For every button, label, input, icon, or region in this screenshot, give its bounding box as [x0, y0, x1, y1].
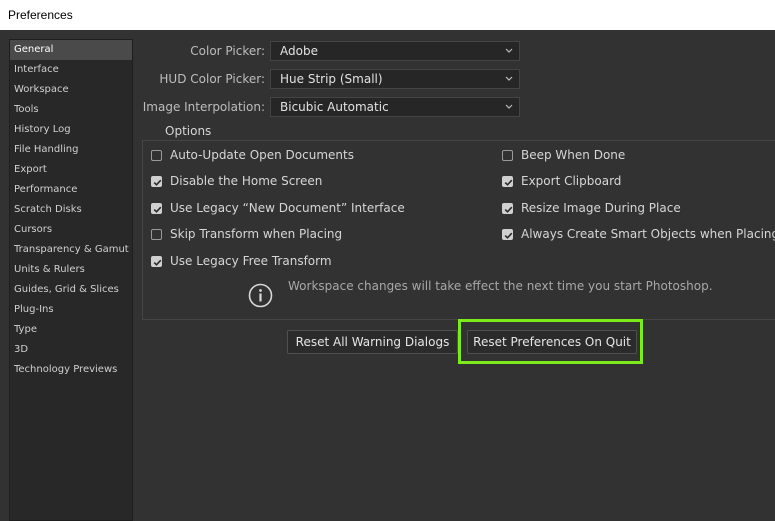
workspace-info-text: Workspace changes will take effect the n…	[288, 279, 713, 293]
options-group-title: Options	[163, 124, 214, 138]
option-auto-update-open-documents[interactable]: Auto-Update Open Documents	[151, 147, 354, 163]
sidebar-item-general[interactable]: General	[10, 40, 132, 60]
sidebar-item-transparency-gamut[interactable]: Transparency & Gamut	[10, 240, 132, 260]
option-always-create-smart-objects-when-placing[interactable]: Always Create Smart Objects when Placing	[502, 226, 775, 242]
option-use-legacy-new-document-interface[interactable]: Use Legacy “New Document” Interface	[151, 200, 405, 216]
sidebar-item-export[interactable]: Export	[10, 160, 132, 180]
option-use-legacy-free-transform[interactable]: Use Legacy Free Transform	[151, 253, 332, 269]
checkbox[interactable]	[502, 228, 513, 240]
checkbox[interactable]	[151, 149, 162, 161]
option-label: Disable the Home Screen	[170, 174, 323, 188]
sidebar-item-plug-ins[interactable]: Plug-Ins	[10, 300, 132, 320]
sidebar-item-technology-previews[interactable]: Technology Previews	[10, 360, 132, 380]
option-beep-when-done[interactable]: Beep When Done	[502, 147, 625, 163]
option-skip-transform-when-placing[interactable]: Skip Transform when Placing	[151, 226, 342, 242]
image-interpolation-value: Bicubic Automatic	[280, 100, 389, 114]
sidebar-item-units-rulers[interactable]: Units & Rulers	[10, 260, 132, 280]
option-label: Skip Transform when Placing	[170, 227, 343, 241]
checkbox[interactable]	[151, 228, 162, 240]
option-label: Use Legacy Free Transform	[170, 254, 332, 268]
checkbox[interactable]	[151, 255, 162, 267]
color-picker-label: Color Picker:	[190, 44, 265, 58]
sidebar-item-tools[interactable]: Tools	[10, 100, 132, 120]
sidebar-item-file-handling[interactable]: File Handling	[10, 140, 132, 160]
checkbox[interactable]	[502, 149, 513, 161]
sidebar-item-performance[interactable]: Performance	[10, 180, 132, 200]
option-label: Use Legacy “New Document” Interface	[170, 201, 405, 215]
image-interpolation-label: Image Interpolation:	[142, 100, 265, 114]
option-label: Always Create Smart Objects when Placing	[521, 227, 775, 241]
option-label: Auto-Update Open Documents	[170, 148, 354, 162]
option-export-clipboard[interactable]: Export Clipboard	[502, 173, 621, 189]
sidebar-item-type[interactable]: Type	[10, 320, 132, 340]
sidebar-item-scratch-disks[interactable]: Scratch Disks	[10, 200, 132, 220]
checkbox[interactable]	[502, 175, 513, 187]
highlight-box	[458, 319, 643, 364]
option-resize-image-during-place[interactable]: Resize Image During Place	[502, 200, 681, 216]
sidebar-item-3d[interactable]: 3D	[10, 340, 132, 360]
color-picker-select[interactable]: Adobe	[270, 41, 520, 61]
info-icon	[248, 283, 273, 308]
checkbox[interactable]	[151, 175, 162, 187]
image-interpolation-select[interactable]: Bicubic Automatic	[270, 97, 520, 117]
sidebar-item-history-log[interactable]: History Log	[10, 120, 132, 140]
preferences-sidebar: General Interface Workspace Tools History Lo…	[9, 39, 133, 521]
window-title: Preferences	[8, 8, 73, 22]
sidebar-item-guides-grid-slices[interactable]: Guides, Grid & Slices	[10, 280, 132, 300]
hud-color-picker-label: HUD Color Picker:	[159, 72, 265, 86]
sidebar-item-cursors[interactable]: Cursors	[10, 220, 132, 240]
hud-color-picker-select[interactable]: Hue Strip (Small)	[270, 69, 520, 89]
chevron-down-icon	[505, 104, 513, 109]
title-bar: Preferences	[0, 0, 775, 30]
chevron-down-icon	[505, 76, 513, 81]
option-label: Export Clipboard	[521, 174, 622, 188]
preferences-window: General Interface Workspace Tools History Lo…	[0, 30, 775, 521]
color-picker-value: Adobe	[280, 44, 318, 58]
sidebar-item-workspace[interactable]: Workspace	[10, 80, 132, 100]
option-label: Resize Image During Place	[521, 201, 681, 215]
checkbox[interactable]	[151, 202, 162, 214]
checkbox[interactable]	[502, 202, 513, 214]
chevron-down-icon	[505, 48, 513, 53]
option-label: Beep When Done	[521, 148, 626, 162]
hud-color-picker-value: Hue Strip (Small)	[280, 72, 383, 86]
option-disable-the-home-screen[interactable]: Disable the Home Screen	[151, 173, 322, 189]
reset-warning-dialogs-button[interactable]: Reset All Warning Dialogs	[287, 330, 458, 354]
sidebar-item-interface[interactable]: Interface	[10, 60, 132, 80]
